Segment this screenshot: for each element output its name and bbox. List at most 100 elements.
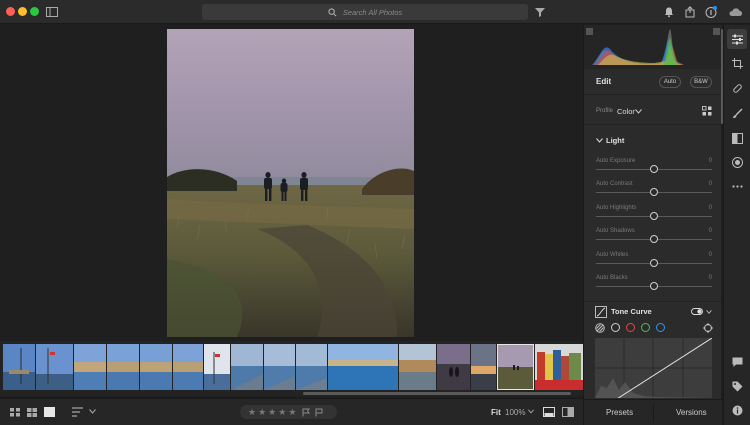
filmstrip-thumbnail[interactable] xyxy=(74,344,106,390)
light-chevron-icon[interactable] xyxy=(596,138,603,143)
compare-view-icon[interactable] xyxy=(562,407,574,417)
parametric-curve-icon[interactable] xyxy=(595,323,605,333)
chevron-down-icon[interactable] xyxy=(89,409,96,414)
slider-knob[interactable] xyxy=(650,188,658,196)
close-window-button[interactable] xyxy=(6,7,15,16)
toggle-switch-icon[interactable] xyxy=(691,308,703,315)
more-options-icon[interactable] xyxy=(732,181,743,192)
minimize-window-button[interactable] xyxy=(18,7,27,16)
auto-exposure-slider[interactable]: Auto Exposure 0 xyxy=(596,158,712,180)
slider-value[interactable]: 0 xyxy=(709,158,712,164)
star-icon[interactable]: ★ xyxy=(258,407,266,417)
slider-value[interactable]: 0 xyxy=(709,275,712,281)
histogram-clip-shadows-toggle[interactable] xyxy=(586,28,593,35)
star-icon[interactable]: ★ xyxy=(278,407,286,417)
zoom-level[interactable]: 100% xyxy=(505,408,525,417)
radial-gradient-icon[interactable] xyxy=(732,157,743,168)
star-icon[interactable]: ★ xyxy=(288,407,296,417)
auto-whites-slider[interactable]: Auto Whites 0 xyxy=(596,252,712,274)
tone-curve-graph[interactable] xyxy=(595,338,712,398)
photo-canvas[interactable] xyxy=(0,25,583,341)
linear-gradient-icon[interactable] xyxy=(732,133,743,144)
presets-button[interactable]: Presets xyxy=(606,408,633,417)
rgb-channel-button[interactable] xyxy=(611,323,620,332)
reject-flag-icon[interactable] xyxy=(315,408,323,417)
slider-knob[interactable] xyxy=(650,259,658,267)
photo-grid-icon[interactable] xyxy=(27,408,37,417)
brush-icon[interactable] xyxy=(732,108,743,119)
filmstrip-thumbnail[interactable] xyxy=(328,344,398,390)
info-icon[interactable] xyxy=(732,405,743,416)
profile-browser-icon[interactable] xyxy=(702,106,712,116)
tone-curve-chevron-icon[interactable] xyxy=(706,310,712,314)
edit-sliders-icon[interactable] xyxy=(732,34,743,45)
main-photo[interactable] xyxy=(167,29,414,337)
filmstrip-thumbnail[interactable] xyxy=(296,344,327,390)
profile-dropdown[interactable]: Color xyxy=(617,107,635,116)
filmstrip-toggle-icon[interactable] xyxy=(543,407,555,417)
slider-knob[interactable] xyxy=(650,165,658,173)
auto-shadows-slider[interactable]: Auto Shadows 0 xyxy=(596,228,712,250)
cloud-icon[interactable] xyxy=(728,6,743,18)
slider-knob[interactable] xyxy=(650,212,658,220)
help-icon[interactable] xyxy=(705,6,717,18)
bell-icon[interactable] xyxy=(663,6,675,18)
profile-chevron-icon[interactable] xyxy=(635,109,642,114)
comment-icon[interactable] xyxy=(732,357,743,368)
filmstrip-scrollbar[interactable] xyxy=(303,392,571,395)
star-icon[interactable]: ★ xyxy=(268,407,276,417)
share-icon[interactable] xyxy=(684,6,696,18)
histogram-clip-highlights-toggle[interactable] xyxy=(713,28,720,35)
crop-icon[interactable] xyxy=(732,58,743,69)
filmstrip-thumbnail[interactable] xyxy=(36,344,73,390)
bw-button[interactable]: B&W xyxy=(690,76,712,88)
auto-button[interactable]: Auto xyxy=(659,76,681,88)
filmstrip-thumbnail[interactable] xyxy=(471,344,496,390)
filmstrip-thumbnail[interactable] xyxy=(173,344,203,390)
flag-icon[interactable] xyxy=(302,408,311,417)
filmstrip-thumbnail[interactable] xyxy=(264,344,295,390)
filter-icon[interactable] xyxy=(534,6,546,18)
filmstrip-thumbnail[interactable] xyxy=(107,344,139,390)
tag-icon[interactable] xyxy=(732,381,743,392)
tool-strip xyxy=(723,25,750,425)
versions-button[interactable]: Versions xyxy=(676,408,707,417)
auto-highlights-slider[interactable]: Auto Highlights 0 xyxy=(596,205,712,227)
filmstrip-thumbnail[interactable] xyxy=(3,344,35,390)
star-icon[interactable]: ★ xyxy=(248,407,256,417)
green-channel-button[interactable] xyxy=(641,323,650,332)
search-bar[interactable]: Search All Photos xyxy=(202,4,528,20)
healing-bandage-icon[interactable] xyxy=(732,83,743,94)
blue-channel-button[interactable] xyxy=(656,323,665,332)
filmstrip-thumbnail[interactable] xyxy=(535,344,583,390)
square-grid-icon[interactable] xyxy=(10,408,20,417)
red-channel-button[interactable] xyxy=(626,323,635,332)
landscape-photo-image xyxy=(167,29,414,337)
slider-value[interactable]: 0 xyxy=(709,252,712,258)
sort-icon[interactable] xyxy=(72,407,84,417)
filmstrip-thumbnail[interactable] xyxy=(437,344,470,390)
filmstrip-thumbnail[interactable] xyxy=(204,344,230,390)
tone-curve-header[interactable]: Tone Curve xyxy=(584,301,722,321)
zoom-chevron-icon[interactable] xyxy=(528,409,534,414)
auto-blacks-slider[interactable]: Auto Blacks 0 xyxy=(596,275,712,297)
sidebar-toggle-icon[interactable] xyxy=(46,6,58,18)
filmstrip-thumbnail[interactable] xyxy=(231,344,263,390)
slider-knob[interactable] xyxy=(650,235,658,243)
zoom-window-button[interactable] xyxy=(30,7,39,16)
slider-value[interactable]: 0 xyxy=(709,205,712,211)
target-adjust-icon[interactable] xyxy=(703,323,713,333)
filmstrip-thumbnail[interactable] xyxy=(140,344,172,390)
filmstrip-thumbnail-selected[interactable] xyxy=(497,344,534,390)
slider-value[interactable]: 0 xyxy=(709,228,712,234)
auto-contrast-slider[interactable]: Auto Contrast 0 xyxy=(596,181,712,203)
filmstrip-thumbnail[interactable] xyxy=(399,344,436,390)
detail-view-icon[interactable] xyxy=(44,407,55,417)
star-rating[interactable]: ★ ★ ★ ★ ★ xyxy=(240,405,337,419)
light-section-header[interactable]: Light xyxy=(584,129,722,149)
filmstrip[interactable] xyxy=(0,341,583,396)
slider-knob[interactable] xyxy=(650,282,658,290)
profile-label: Profile xyxy=(596,108,614,114)
fit-button[interactable]: Fit xyxy=(491,408,501,417)
slider-value[interactable]: 0 xyxy=(709,181,712,187)
